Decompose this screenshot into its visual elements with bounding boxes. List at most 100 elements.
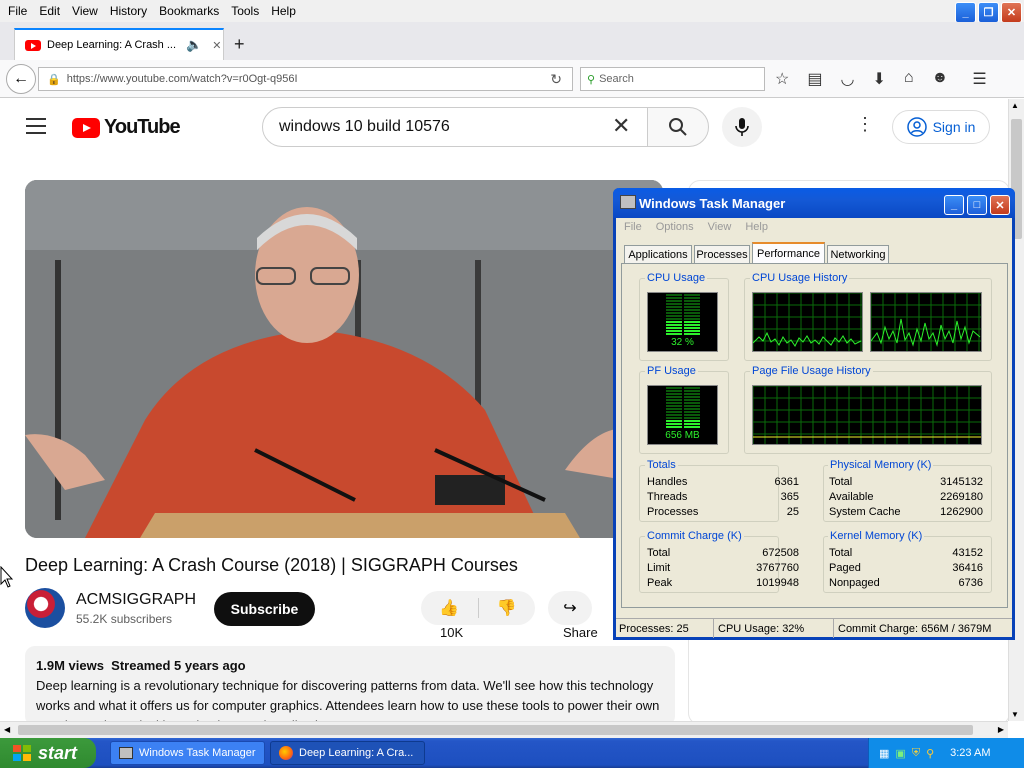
meter-segment	[666, 312, 682, 314]
cpu-usage-label: CPU Usage	[645, 272, 708, 284]
meter-segment	[684, 327, 700, 329]
browser-tab[interactable]: Deep Learning: A Crash ... 🔈 ✕	[14, 28, 224, 60]
voice-search-button[interactable]	[722, 107, 762, 147]
horizontal-scroll-thumb[interactable]	[18, 725, 973, 735]
tm-menu-help[interactable]: Help	[745, 221, 768, 233]
search-placeholder: Search	[599, 73, 634, 85]
back-button[interactable]: ←	[6, 64, 36, 94]
video-player[interactable]	[25, 180, 663, 538]
youtube-logo[interactable]: YouTube	[72, 116, 181, 139]
menu-bookmarks[interactable]: Bookmarks	[153, 4, 225, 18]
meter-segment	[684, 411, 700, 413]
totals-handles: Handles 6361	[647, 476, 799, 488]
task-manager-icon	[620, 195, 636, 209]
physical-available: Available 2269180	[829, 491, 983, 503]
microphone-icon	[735, 118, 749, 136]
horizontal-scrollbar[interactable]: ◀ ▶	[0, 721, 1008, 738]
minimize-button[interactable]: _	[955, 2, 976, 23]
reader-list-icon[interactable]: ▤	[807, 69, 822, 89]
cpu-history-label: CPU Usage History	[750, 272, 850, 284]
commit-total: Total 672508	[647, 547, 799, 559]
speaker-icon[interactable]: 🔈	[186, 37, 202, 53]
youtube-play-icon	[72, 117, 100, 138]
tab-applications[interactable]: Applications	[624, 245, 692, 263]
share-button[interactable]: ↪	[548, 591, 592, 625]
menu-history[interactable]: History	[104, 4, 153, 18]
more-options-icon[interactable]: ⋮	[856, 114, 874, 135]
toolbar-icons: ☆ ▤ ◡ ⬇ ⌂ ☻ ☰	[775, 69, 987, 89]
sign-in-button[interactable]: Sign in	[892, 110, 990, 144]
menu-tools[interactable]: Tools	[225, 4, 265, 18]
view-count: 1.9M views	[36, 658, 104, 673]
video-frame	[25, 180, 663, 538]
physical-memory-label: Physical Memory (K)	[828, 459, 934, 471]
cpu-usage-meter: 32 %	[647, 292, 718, 352]
youtube-search-button[interactable]	[647, 107, 709, 147]
cpu-history-plot-2	[870, 292, 981, 351]
meter-segment	[666, 423, 682, 425]
tm-menu-view[interactable]: View	[708, 221, 732, 233]
menu-view[interactable]: View	[66, 4, 104, 18]
meter-segment	[684, 294, 700, 296]
performance-panel: CPU Usage 32 % CPU Usage History PF Usag…	[621, 263, 1008, 608]
youtube-search-input[interactable]: windows 10 build 10576	[262, 107, 648, 147]
network-icon[interactable]: ▣	[895, 747, 905, 760]
search-tray-icon[interactable]: ⚲	[926, 747, 934, 760]
close-button[interactable]: ✕	[1001, 2, 1022, 23]
menu-edit[interactable]: Edit	[33, 4, 66, 18]
meter-segment	[666, 390, 682, 392]
tab-processes[interactable]: Processes	[694, 245, 750, 263]
tm-close-button[interactable]: ✕	[990, 195, 1010, 215]
search-input[interactable]: ⚲ Search	[580, 67, 765, 91]
meter-segment	[666, 396, 682, 398]
stream-date: Streamed 5 years ago	[111, 658, 246, 673]
channel-avatar[interactable]	[25, 588, 65, 628]
pocket-icon[interactable]: ◡	[840, 69, 854, 89]
start-label: start	[38, 742, 78, 763]
url-bar[interactable]: 🔒 https://www.youtube.com/watch?v=r0Ogt-…	[38, 67, 573, 91]
start-button[interactable]: start	[0, 738, 96, 768]
taskbar-item-firefox[interactable]: Deep Learning: A Cra...	[270, 741, 425, 765]
channel-name[interactable]: ACMSIGGRAPH	[76, 591, 196, 609]
guide-menu-icon[interactable]	[26, 118, 46, 134]
scroll-down-icon[interactable]: ▼	[1011, 710, 1019, 719]
tab-close-icon[interactable]: ✕	[212, 39, 221, 52]
security-shield-icon[interactable]: ⛨	[912, 747, 920, 760]
emoji-icon[interactable]: ☻	[932, 69, 949, 89]
menu-help[interactable]: Help	[265, 4, 302, 18]
bookmark-star-icon[interactable]: ☆	[775, 69, 789, 89]
lock-icon: 🔒	[47, 73, 61, 86]
description-box[interactable]: 1.9M views Streamed 5 years ago Deep lea…	[25, 646, 675, 726]
reload-icon[interactable]: ↻	[550, 71, 562, 88]
menu-file[interactable]: File	[2, 4, 33, 18]
scroll-up-icon[interactable]: ▲	[1011, 101, 1019, 110]
pf-history-graph	[752, 385, 982, 445]
tab-networking[interactable]: Networking	[827, 245, 889, 263]
meter-segment	[666, 420, 682, 422]
tm-maximize-button[interactable]: □	[967, 195, 987, 215]
meter-segment	[666, 411, 682, 413]
maximize-button[interactable]: ❐	[978, 2, 999, 23]
cpu-usage-value: 32 %	[671, 337, 694, 348]
tm-menu-file[interactable]: File	[624, 221, 642, 233]
youtube-logo-text: YouTube	[104, 116, 181, 138]
new-tab-button[interactable]: +	[234, 34, 245, 55]
clock: 3:23 AM	[950, 747, 991, 759]
dislike-button[interactable]: 👎	[479, 598, 536, 618]
hamburger-menu-icon[interactable]: ☰	[972, 69, 986, 89]
pf-meter-bars	[666, 387, 700, 428]
taskbar-item-task-manager[interactable]: Windows Task Manager	[110, 741, 265, 765]
keyboard-icon[interactable]: ▦	[879, 747, 889, 760]
tm-menu-options[interactable]: Options	[656, 221, 694, 233]
clear-search-icon[interactable]: ✕	[612, 113, 630, 139]
scroll-left-icon[interactable]: ◀	[4, 725, 10, 734]
like-button[interactable]: 👍	[421, 598, 479, 618]
meter-segment	[684, 399, 700, 401]
tab-performance[interactable]: Performance	[752, 242, 825, 264]
tm-minimize-button[interactable]: _	[944, 195, 964, 215]
home-icon[interactable]: ⌂	[904, 69, 914, 89]
meter-segment	[684, 306, 700, 308]
scroll-right-icon[interactable]: ▶	[998, 725, 1004, 734]
download-icon[interactable]: ⬇	[872, 69, 885, 89]
subscribe-button[interactable]: Subscribe	[214, 592, 315, 626]
